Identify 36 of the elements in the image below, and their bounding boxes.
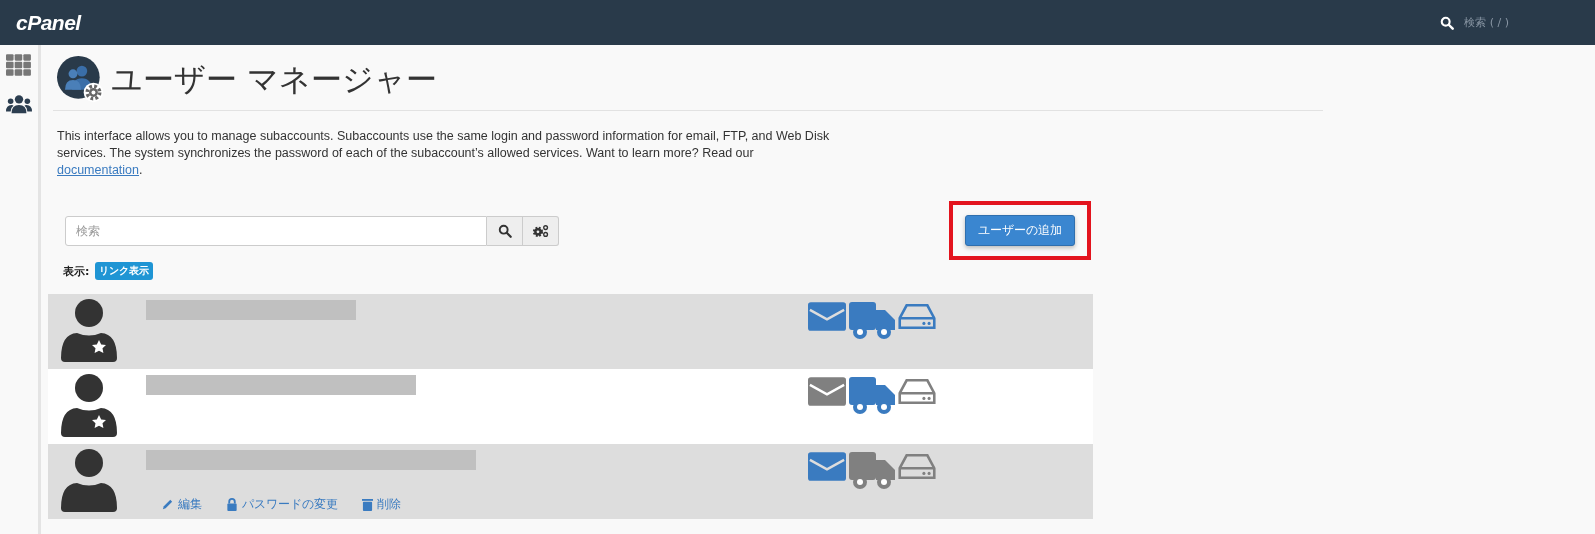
truck-icon[interactable]: [849, 302, 895, 340]
gears-icon: [532, 223, 549, 238]
grid-icon[interactable]: [6, 54, 32, 76]
pencil-icon: [161, 498, 174, 511]
search-field[interactable]: 検索 ( / ): [1464, 15, 1509, 30]
view-label: 表示:: [63, 263, 90, 279]
user-row[interactable]: [48, 294, 1093, 369]
hard-drive-icon[interactable]: [898, 377, 936, 406]
envelope-icon[interactable]: [808, 377, 846, 406]
action-label: 削除: [377, 496, 401, 513]
user-row[interactable]: [48, 369, 1093, 444]
trash-icon: [362, 498, 373, 511]
search-field[interactable]: 検索: [65, 215, 487, 246]
action-label: 編集: [178, 496, 202, 513]
documentation-link[interactable]: documentation: [57, 163, 139, 177]
edit-link[interactable]: 編集: [161, 496, 202, 513]
search-button[interactable]: [487, 215, 523, 246]
users-icon[interactable]: [6, 93, 32, 115]
hard-drive-icon[interactable]: [898, 452, 936, 481]
truck-icon[interactable]: [849, 377, 895, 415]
hard-drive-icon[interactable]: [898, 302, 936, 331]
truck-icon[interactable]: [849, 452, 895, 490]
search-icon: [497, 223, 512, 238]
user-row[interactable]: 編集 パスワードの変更 削除: [48, 444, 1093, 519]
add-user-button[interactable]: ユーザーの追加: [965, 215, 1075, 246]
delete-link[interactable]: 削除: [362, 496, 401, 513]
envelope-icon[interactable]: [808, 452, 846, 481]
link-view-badge[interactable]: リンク表示: [95, 262, 154, 280]
user-manager-icon: [57, 56, 105, 104]
page-title: ユーザー マネージャー: [111, 60, 437, 99]
lock-icon: [226, 498, 238, 511]
logo[interactable]: cPanel: [16, 10, 81, 35]
envelope-icon[interactable]: [808, 302, 846, 331]
search-icon[interactable]: [1440, 15, 1455, 30]
settings-button[interactable]: [523, 215, 559, 246]
description: This interface allows you to manage subaccounts. Subaccounts use the same login and password information for email, FTP, and Web Disk services. The system synchronizes the password of each of the subaccount’s allowed services. Want to learn more? Read our documentation.: [57, 128, 831, 179]
